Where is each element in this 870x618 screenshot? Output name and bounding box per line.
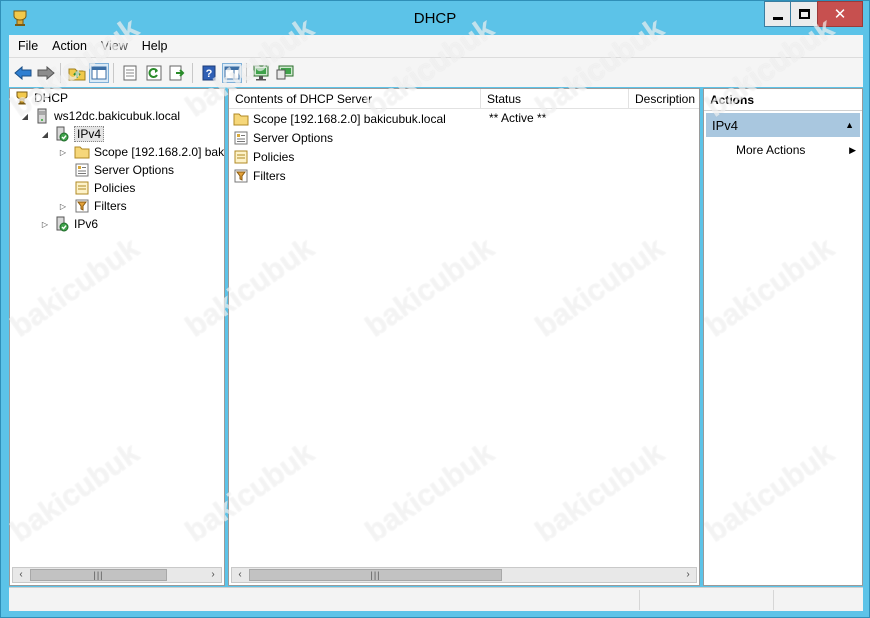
column-header-status[interactable]: Status	[481, 89, 629, 109]
svg-text:?: ?	[206, 68, 213, 80]
server-options-icon	[74, 162, 90, 178]
console-tree[interactable]: DHCP ◢ ws12dc.bakicubuk.local ◢ IPv4 ▷ S…	[9, 88, 225, 586]
collapsed-icon[interactable]: ▷	[58, 148, 68, 157]
collapsed-icon[interactable]: ▷	[40, 220, 50, 229]
tree-label: Scope [192.168.2.0] bakic	[94, 145, 225, 159]
folder-icon	[233, 111, 249, 127]
tree-item-ipv4[interactable]: ◢ IPv4	[40, 125, 105, 143]
tree-item-dhcp[interactable]: DHCP	[12, 89, 68, 107]
minimize-icon	[772, 16, 783, 20]
toolbar-separator	[246, 63, 247, 83]
list-item[interactable]: Filters	[233, 166, 286, 185]
tree-item-scope[interactable]: ▷ Scope [192.168.2.0] bakic	[58, 143, 225, 161]
folder-icon	[74, 144, 90, 160]
menu-bar: File Action View Help	[9, 35, 863, 57]
help-icon[interactable]: ?	[199, 63, 219, 83]
list-item[interactable]: Scope [192.168.2.0] bakicubuk.local ** A…	[233, 109, 546, 128]
column-header-name[interactable]: Contents of DHCP Server	[229, 89, 481, 109]
tree-label: Policies	[94, 181, 136, 195]
list-item[interactable]: Policies	[233, 147, 294, 166]
properties-icon[interactable]	[120, 63, 140, 83]
list-item-name: Scope [192.168.2.0] bakicubuk.local	[253, 111, 446, 126]
collapsed-icon[interactable]: ▷	[58, 202, 68, 211]
status-cell	[639, 590, 773, 610]
maximize-button[interactable]	[790, 1, 818, 27]
toolbar-separator	[60, 63, 61, 83]
expanded-icon[interactable]: ◢	[20, 112, 30, 121]
tree-label: IPv6	[74, 217, 99, 231]
forward-icon[interactable]	[36, 63, 56, 83]
column-header-description[interactable]: Description	[629, 89, 699, 109]
scroll-left-icon[interactable]: ‹	[13, 568, 29, 582]
server-options-icon	[233, 130, 249, 146]
policies-icon	[74, 180, 90, 196]
close-icon: ✕	[833, 5, 847, 23]
menu-action[interactable]: Action	[47, 39, 92, 53]
tree-item-ipv6[interactable]: ▷ IPv6	[40, 215, 98, 233]
expanded-icon[interactable]: ◢	[40, 130, 50, 139]
actions-group-label: IPv4	[712, 117, 739, 133]
tree-label: Server Options	[94, 163, 175, 177]
list-item-name: Filters	[253, 168, 286, 183]
authorize-server-icon[interactable]	[275, 63, 295, 83]
ipv4-icon	[54, 126, 70, 142]
status-bar	[9, 587, 863, 611]
maximize-icon	[798, 9, 810, 19]
results-pane[interactable]: Contents of DHCP Server Status Descripti…	[228, 88, 700, 586]
list-item[interactable]: Server Options	[233, 128, 333, 147]
tree-item-filters[interactable]: ▷ Filters	[58, 197, 127, 215]
actions-pane: Actions IPv4 ▲ More Actions ▶	[703, 88, 863, 586]
scroll-right-icon[interactable]: ›	[680, 568, 696, 582]
minimize-button[interactable]	[764, 1, 791, 27]
list-item-status: ** Active **	[489, 111, 547, 125]
tree-label: ws12dc.bakicubuk.local	[54, 109, 181, 123]
collapse-up-icon[interactable]: ▲	[845, 120, 854, 130]
tree-label: Filters	[94, 199, 127, 213]
toolbar: ?	[9, 57, 863, 87]
scrollbar-thumb[interactable]: |||	[249, 569, 502, 581]
show-hide-tree-icon[interactable]	[89, 63, 109, 83]
menu-file[interactable]: File	[13, 39, 43, 53]
status-cell	[773, 590, 863, 610]
close-button[interactable]: ✕	[817, 1, 863, 27]
scrollbar-thumb[interactable]: |||	[30, 569, 167, 581]
up-folder-icon[interactable]	[67, 63, 87, 83]
results-horizontal-scrollbar[interactable]: ‹ ||| ›	[231, 567, 697, 583]
dhcp-window: DHCP ✕ File Action View Help ? DHCP ◢ ws…	[0, 0, 870, 618]
back-icon[interactable]	[13, 63, 33, 83]
display-statistics-icon[interactable]	[252, 63, 272, 83]
more-actions-item[interactable]: More Actions ▶	[736, 141, 858, 159]
actions-title: Actions	[704, 89, 862, 111]
tree-label: IPv4	[74, 126, 105, 142]
policies-icon	[233, 149, 249, 165]
scroll-left-icon[interactable]: ‹	[232, 568, 248, 582]
filters-icon	[74, 198, 90, 214]
filters-icon	[233, 168, 249, 184]
toolbar-separator	[113, 63, 114, 83]
title-bar[interactable]: DHCP ✕	[1, 1, 869, 35]
tree-item-policies[interactable]: Policies	[68, 179, 135, 197]
submenu-arrow-icon: ▶	[849, 145, 856, 155]
refresh-icon[interactable]	[144, 63, 164, 83]
tree-horizontal-scrollbar[interactable]: ‹ ||| ›	[12, 567, 222, 583]
dhcp-root-icon	[14, 90, 30, 106]
scroll-right-icon[interactable]: ›	[205, 568, 221, 582]
actions-group-ipv4[interactable]: IPv4 ▲	[706, 113, 860, 137]
ipv6-icon	[54, 216, 70, 232]
menu-help[interactable]: Help	[137, 39, 173, 53]
tree-item-server-options[interactable]: Server Options	[68, 161, 174, 179]
tree-item-server[interactable]: ◢ ws12dc.bakicubuk.local	[20, 107, 180, 125]
export-list-icon[interactable]	[167, 63, 187, 83]
show-hide-action-pane-icon[interactable]	[222, 63, 242, 83]
server-icon	[34, 108, 50, 124]
more-actions-label: More Actions	[736, 143, 806, 157]
toolbar-separator	[192, 63, 193, 83]
list-item-name: Server Options	[253, 130, 334, 145]
list-item-name: Policies	[253, 149, 295, 164]
menu-view[interactable]: View	[96, 39, 133, 53]
window-title: DHCP	[413, 10, 457, 27]
tree-label: DHCP	[34, 91, 69, 105]
